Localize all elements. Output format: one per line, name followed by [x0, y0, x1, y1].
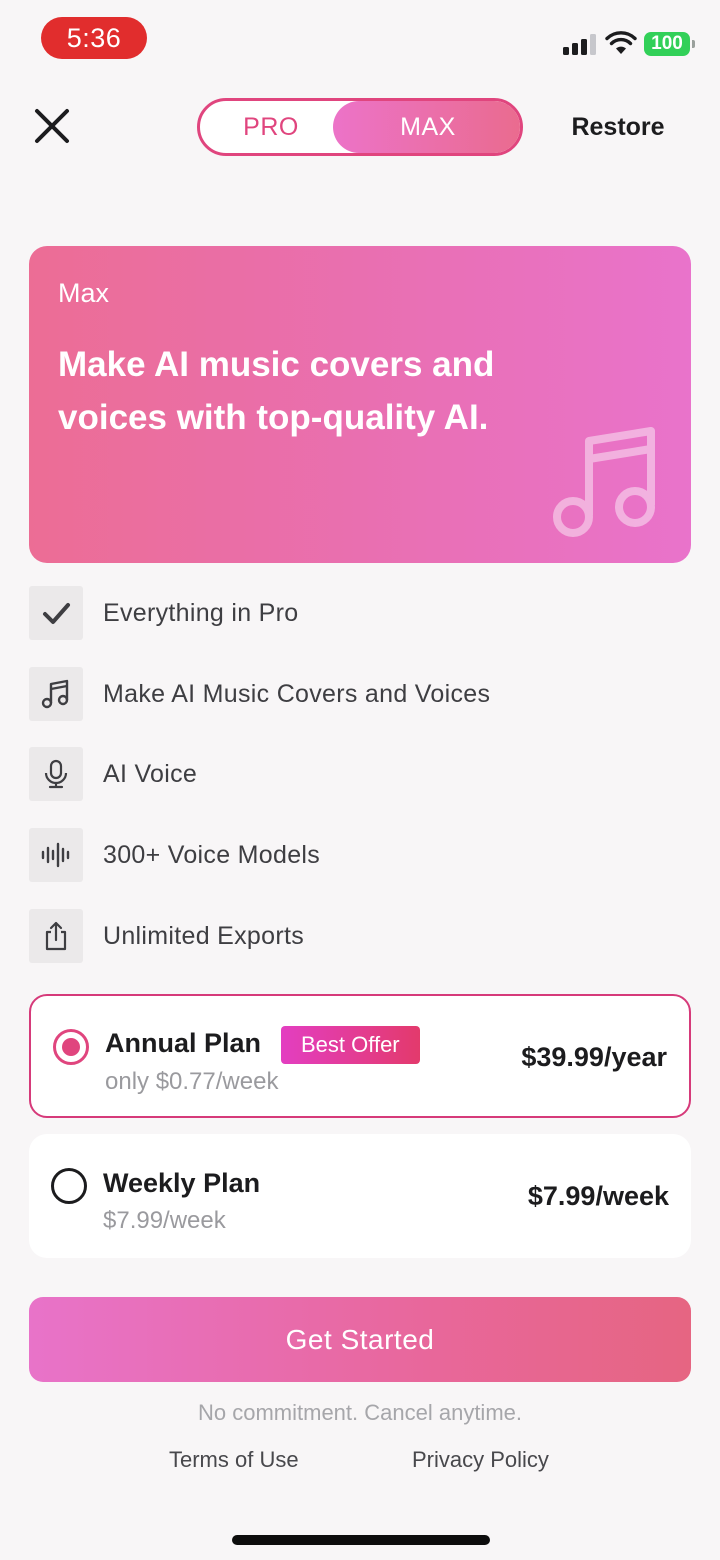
- music-note-icon: [29, 667, 83, 721]
- hero-eyebrow: Max: [58, 278, 110, 308]
- plan-price: $39.99/year: [521, 1042, 667, 1072]
- hero-card: Max Make AI music covers and voices with…: [29, 246, 691, 563]
- feature-label: 300+ Voice Models: [103, 840, 321, 869]
- music-note-icon: [553, 427, 655, 537]
- hero-title: Make AI music covers and voices with top…: [58, 345, 495, 437]
- feature-label: AI Voice: [103, 759, 198, 788]
- feature-item: Everything in Pro: [29, 585, 649, 641]
- close-icon[interactable]: [32, 106, 72, 146]
- plan-subtitle: $7.99/week: [103, 1207, 226, 1234]
- feature-label: Everything in Pro: [103, 598, 299, 627]
- feature-label: Make AI Music Covers and Voices: [103, 679, 491, 708]
- home-indicator[interactable]: [232, 1535, 490, 1545]
- disclaimer-text: No commitment. Cancel anytime.: [198, 1400, 522, 1425]
- feature-item: AI Voice: [29, 746, 649, 802]
- status-bar: 5:36 100: [0, 0, 720, 80]
- best-offer-badge: Best Offer: [281, 1026, 420, 1064]
- terms-of-use-link[interactable]: Terms of Use: [169, 1447, 299, 1473]
- annual-plan-option[interactable]: Annual Plan Best Offer only $0.77/week $…: [29, 994, 691, 1118]
- status-time: 5:36: [41, 17, 147, 59]
- radio-unselected[interactable]: [51, 1168, 87, 1204]
- wifi-icon: [605, 31, 637, 54]
- tab-pro[interactable]: PRO: [200, 101, 342, 153]
- feature-item: Make AI Music Covers and Voices: [29, 666, 649, 722]
- tab-max[interactable]: MAX: [333, 101, 520, 153]
- privacy-policy-link[interactable]: Privacy Policy: [412, 1447, 549, 1473]
- share-icon: [29, 909, 83, 963]
- plan-subtitle: only $0.77/week: [105, 1068, 279, 1095]
- plan-name: Annual Plan: [105, 1028, 262, 1058]
- waveform-icon: [29, 828, 83, 882]
- weekly-plan-option[interactable]: Weekly Plan $7.99/week $7.99/week: [29, 1134, 691, 1258]
- feature-item: 300+ Voice Models: [29, 827, 649, 883]
- get-started-button[interactable]: Get Started: [29, 1297, 691, 1382]
- radio-selected[interactable]: [53, 1029, 89, 1065]
- microphone-icon: [29, 747, 83, 801]
- plan-tier-toggle[interactable]: PRO MAX: [197, 98, 523, 156]
- plan-name: Weekly Plan: [103, 1168, 261, 1198]
- battery-icon: 100: [644, 32, 695, 56]
- restore-button[interactable]: Restore: [560, 108, 676, 146]
- plan-price: $7.99/week: [527, 1181, 669, 1211]
- checkmark-icon: [29, 586, 83, 640]
- feature-label: Unlimited Exports: [103, 921, 304, 950]
- feature-item: Unlimited Exports: [29, 908, 649, 964]
- cellular-signal-icon: [563, 33, 597, 55]
